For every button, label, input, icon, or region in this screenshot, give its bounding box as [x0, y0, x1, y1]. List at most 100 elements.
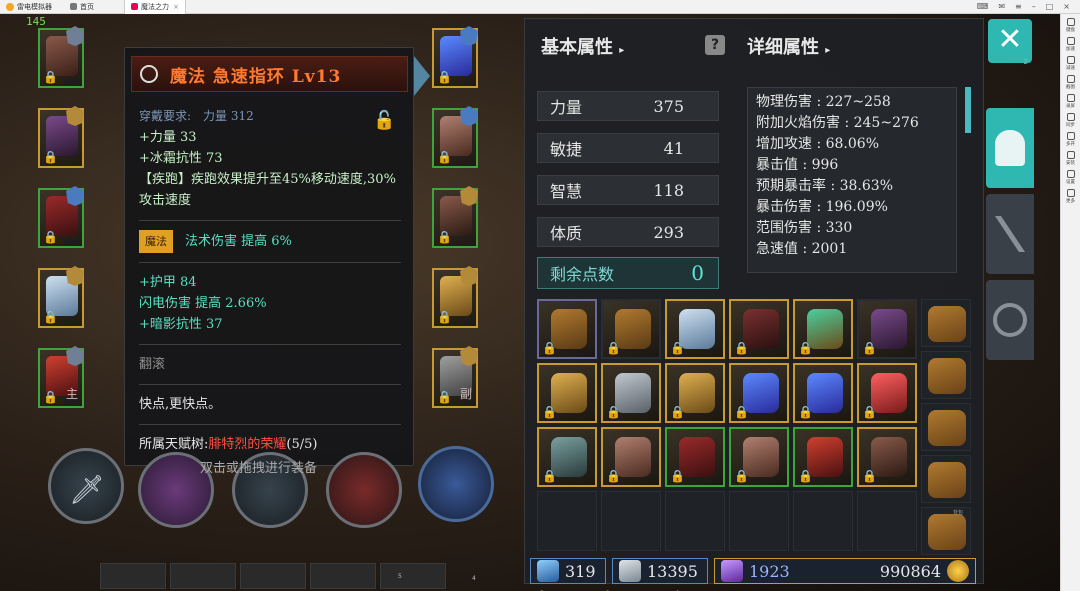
inventory-item[interactable]: 🔒	[537, 363, 597, 423]
quick-slot[interactable]	[310, 563, 376, 589]
menu-icon[interactable]: ≡	[1015, 2, 1022, 11]
help-icon[interactable]: ?	[705, 35, 725, 55]
tab-talents[interactable]	[986, 280, 1034, 360]
equip-slot[interactable]: 🔒	[38, 26, 84, 88]
inventory-item[interactable]: 🔒	[665, 299, 725, 359]
lock-icon: 🔒	[798, 405, 813, 419]
inventory-item[interactable]: 🔒	[729, 299, 789, 359]
inventory-item[interactable]: 🔒	[729, 363, 789, 423]
amethyst-icon	[721, 560, 743, 582]
stat-line: +护甲 84	[139, 275, 197, 290]
sidebar-sync[interactable]: 同步	[1062, 113, 1080, 128]
quick-slot[interactable]	[100, 563, 166, 589]
emulator-sidebar: 键盘 加速 减速 截图 录屏 同步 多开 安装 设置 更多	[1060, 14, 1080, 591]
close-window-icon[interactable]: ×	[1063, 2, 1070, 11]
sidebar-multi[interactable]: 多开	[1062, 132, 1080, 147]
fps-counter: 145	[26, 15, 46, 28]
tab-home[interactable]: 首页	[64, 0, 124, 14]
slot-tag: 副	[459, 387, 472, 401]
basic-attr-header[interactable]: 基本属性 ▸	[541, 33, 624, 59]
detail-attributes[interactable]: 物理伤害 : 227~258 附加火焰伤害 : 245~276 增加攻速 : 6…	[747, 87, 957, 273]
equip-slot[interactable]: 🔒	[432, 186, 478, 248]
bag-slot[interactable]	[921, 403, 971, 451]
sidebar-more[interactable]: 更多	[1062, 189, 1080, 204]
sidebar-settings[interactable]: 设置	[1062, 170, 1080, 185]
tab-game[interactable]: 魔法之力 ×	[124, 0, 186, 14]
sidebar-keyboard[interactable]: 键盘	[1062, 18, 1080, 33]
stat-line: +力量 33	[139, 130, 197, 145]
detail-scrollbar[interactable]	[965, 87, 971, 133]
equip-slot[interactable]: 🔒	[432, 26, 478, 88]
item-name: 魔法 急速指环 Lv13	[170, 66, 342, 87]
equip-slot[interactable]: 🔒	[432, 106, 478, 168]
skill-slot-spear[interactable]	[326, 452, 402, 528]
inventory-empty-slot[interactable]	[729, 491, 789, 551]
mail-icon[interactable]: ✉	[998, 2, 1005, 11]
detail-line: 暴击值 : 996	[756, 157, 839, 173]
rank-badge-icon	[66, 106, 84, 126]
sidebar-install[interactable]: 安装	[1062, 151, 1080, 166]
quick-slot[interactable]	[240, 563, 306, 589]
divider	[139, 262, 401, 263]
helmet-icon	[995, 130, 1025, 166]
unlock-icon[interactable]: 🔓	[373, 110, 395, 136]
detail-attr-header[interactable]: 详细属性 ▸	[747, 33, 830, 59]
gamepad-icon[interactable]: ⌨	[977, 2, 989, 11]
detail-line: 附加火焰伤害 : 245~276	[756, 115, 919, 131]
close-tab-icon[interactable]: ×	[173, 3, 179, 11]
inventory-item[interactable]: 🔒	[537, 299, 597, 359]
bag-icon	[928, 306, 966, 342]
bag-slot[interactable]	[921, 507, 971, 555]
inventory-item[interactable]: 🔒	[793, 363, 853, 423]
lock-icon: 🔒	[437, 230, 452, 244]
sidebar-screenshot[interactable]: 截图	[1062, 75, 1080, 90]
quick-slot[interactable]	[170, 563, 236, 589]
equip-slot[interactable]: 🔒 副	[432, 346, 478, 408]
equip-hint: 双击或拖拽进行装备	[200, 461, 318, 476]
inventory-item[interactable]: 🔒	[665, 427, 725, 487]
lock-icon: 🔒	[437, 70, 452, 84]
tab-equipment[interactable]	[986, 108, 1034, 188]
bag-slot[interactable]	[921, 455, 971, 503]
inventory-empty-slot[interactable]	[793, 491, 853, 551]
lock-icon: 🔒	[43, 230, 58, 244]
equip-slot[interactable]: 🔒	[38, 186, 84, 248]
screenshot-icon	[1066, 75, 1075, 83]
inventory-item[interactable]: 🔒	[793, 427, 853, 487]
equip-slot[interactable]: 🔒	[38, 106, 84, 168]
quick-slot-number: 4	[472, 575, 476, 582]
inventory-item[interactable]: 🔒	[601, 363, 661, 423]
close-button[interactable]: ✕ 2	[988, 19, 1032, 66]
inventory-empty-slot[interactable]	[601, 491, 661, 551]
equip-slot[interactable]: 🔒	[38, 266, 84, 328]
inventory-item[interactable]: 🔒	[857, 363, 917, 423]
bag-slot[interactable]	[921, 351, 971, 399]
quick-slot[interactable]	[380, 563, 446, 589]
tab-skills[interactable]	[986, 194, 1034, 274]
minimize-icon[interactable]: –	[1032, 2, 1036, 11]
inventory-item[interactable]: 🔒	[857, 427, 917, 487]
skill-slot-dash[interactable]	[418, 446, 494, 522]
inventory-item[interactable]: 🔒	[665, 363, 725, 423]
inventory-item[interactable]: 🔒	[857, 299, 917, 359]
speedup-icon	[1066, 37, 1075, 45]
inventory-item[interactable]: 🔒	[601, 299, 661, 359]
sidebar-record[interactable]: 录屏	[1062, 94, 1080, 109]
rank-badge-icon	[66, 186, 84, 206]
inventory-empty-slot[interactable]	[537, 491, 597, 551]
item-tooltip: 魔法 急速指环 Lv13 穿戴要求: 力量 312 🔓 +力量 33 +冰霜抗性 …	[124, 47, 414, 466]
inventory-item[interactable]: 🔒	[601, 427, 661, 487]
inventory-item[interactable]: 🔒	[537, 427, 597, 487]
dropdown-icon: ▸	[825, 45, 831, 56]
inventory-item[interactable]: 🔒	[729, 427, 789, 487]
skill-slot-sword[interactable]: 🗡	[48, 448, 124, 524]
inventory-empty-slot[interactable]	[665, 491, 725, 551]
sidebar-speedup[interactable]: 加速	[1062, 37, 1080, 52]
equip-slot[interactable]: 🔒	[432, 266, 478, 328]
maximize-icon[interactable]: □	[1046, 2, 1054, 11]
inventory-item[interactable]: 🔒	[793, 299, 853, 359]
sidebar-slowdown[interactable]: 减速	[1062, 56, 1080, 71]
inventory-empty-slot[interactable]	[857, 491, 917, 551]
equip-slot[interactable]: 🔒 主	[38, 346, 84, 408]
bag-slot[interactable]	[921, 299, 971, 347]
